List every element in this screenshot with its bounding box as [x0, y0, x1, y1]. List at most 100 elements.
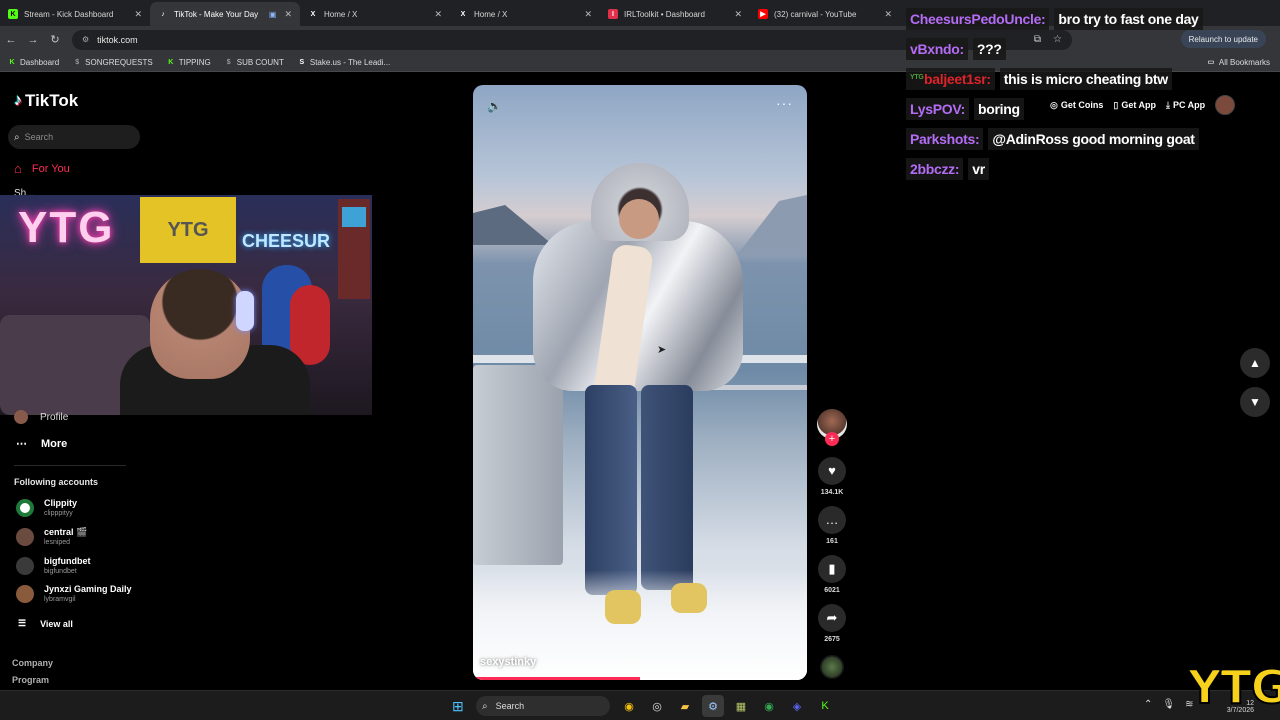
tab-tiktok[interactable]: ♪ TikTok - Make Your Day ▣ ✕: [150, 2, 300, 26]
steam-icon[interactable]: ⚙: [702, 695, 724, 717]
install-app-icon[interactable]: ⧉: [1034, 34, 1041, 45]
chrome-alt-icon[interactable]: ◉: [758, 695, 780, 717]
more-options-icon[interactable]: ···: [776, 95, 793, 111]
follow-plus-icon[interactable]: +: [825, 432, 839, 446]
url-text: tiktok.com: [97, 34, 138, 45]
account-handle: bigfundbet: [44, 568, 77, 575]
bookmark-sub-count[interactable]: $ SUB COUNT: [225, 58, 284, 67]
video-username[interactable]: sexystinky: [480, 656, 536, 668]
tab-irltoolkit[interactable]: I IRLToolkit • Dashboard ✕: [600, 2, 750, 26]
previous-video-button[interactable]: ▲: [1240, 348, 1270, 378]
dollar-icon: $: [226, 58, 231, 66]
close-tab-icon[interactable]: ✕: [584, 9, 592, 20]
video-progress-bar[interactable]: [473, 677, 807, 680]
chrome-icon[interactable]: ◉: [618, 695, 640, 717]
tab-x-home-1[interactable]: X Home / X ✕: [300, 2, 450, 26]
top-right-actions: ◎ Get Coins ▯ Get App ⤓ PC App: [1050, 95, 1236, 115]
kick-icon: K: [9, 58, 15, 66]
following-account[interactable]: Clippity clipppityy: [16, 498, 77, 518]
chat-username-wrap: YTG baljeet1sr:: [906, 68, 995, 90]
chevron-up-icon: ▲: [1249, 356, 1261, 370]
get-app-button[interactable]: ▯ Get App: [1113, 100, 1156, 111]
share-count: 2675: [824, 636, 840, 643]
account-handle: lybramvgil: [44, 596, 76, 603]
windows-start-icon[interactable]: ⊞: [452, 698, 464, 715]
tab-kick-dashboard[interactable]: K Stream - Kick Dashboard ✕: [0, 2, 150, 26]
chevron-up-icon[interactable]: ⌃: [1144, 699, 1152, 710]
footer-link-program[interactable]: Program: [12, 675, 49, 685]
windows-taskbar: ⊞ ⌕ Search ◉ ◎ ▰ ⚙ ▦ ◉ ◈ K ⌃ 🎙 ≋ 12 3/7/…: [0, 690, 1280, 720]
bookmark-stake[interactable]: S Stake.us - The Leadi...: [298, 57, 391, 67]
video-player[interactable]: 🔈 ··· sexystinky: [473, 85, 807, 680]
media-playing-icon[interactable]: ▣: [269, 10, 277, 19]
user-avatar[interactable]: [1215, 95, 1236, 115]
comment-icon: …: [818, 506, 846, 534]
pc-app-button[interactable]: ⤓ PC App: [1166, 100, 1205, 111]
sidebar-item-profile[interactable]: Profile: [14, 410, 68, 424]
microphone-icon[interactable]: 🎙: [1162, 699, 1175, 710]
bookmark-tipping[interactable]: K TIPPING: [167, 58, 211, 67]
music-disc-icon[interactable]: [820, 655, 844, 679]
sidebar-item-for-you[interactable]: ⌂ For You: [14, 161, 70, 176]
account-name: central 🎬: [44, 527, 88, 537]
following-account[interactable]: bigfundbet bigfundbet: [16, 556, 91, 576]
footer-link-company[interactable]: Company: [12, 658, 53, 668]
get-coins-button[interactable]: ◎ Get Coins: [1050, 100, 1103, 111]
account-name: Clippity: [44, 498, 77, 508]
following-account[interactable]: Jynxzi Gaming Daily lybramvgil: [16, 584, 132, 604]
avatar: [16, 528, 34, 546]
streamer-head: [150, 269, 250, 379]
x-icon: X: [460, 10, 466, 18]
relaunch-update-button[interactable]: Relaunch to update: [1180, 30, 1266, 48]
comment-button[interactable]: … 161: [818, 506, 846, 545]
back-arrow-icon[interactable]: ←: [0, 34, 22, 46]
forward-arrow-icon[interactable]: →: [22, 34, 44, 46]
arcade-cabinet: [338, 199, 370, 299]
reload-icon[interactable]: ↻: [44, 33, 66, 46]
site-info-icon[interactable]: ⚙: [82, 35, 89, 44]
jeans: [641, 385, 693, 590]
like-button[interactable]: ♥ 134.1K: [818, 457, 846, 496]
obs-icon[interactable]: ◎: [646, 695, 668, 717]
close-tab-icon[interactable]: ✕: [284, 9, 292, 20]
boot: [605, 590, 641, 624]
app-icon[interactable]: ▦: [730, 695, 752, 717]
chat-username: baljeet1sr:: [924, 71, 991, 87]
tab-x-home-2[interactable]: X Home / X ✕: [450, 2, 600, 26]
bookmark-dashboard[interactable]: K Dashboard: [8, 58, 59, 67]
view-all-link[interactable]: ☰ View all: [18, 618, 73, 629]
screen: K Stream - Kick Dashboard ✕ ♪ TikTok - M…: [0, 0, 1280, 720]
following-accounts-heading: Following accounts: [14, 477, 99, 487]
discord-icon[interactable]: ◈: [786, 695, 808, 717]
close-tab-icon[interactable]: ✕: [434, 9, 442, 20]
file-explorer-icon[interactable]: ▰: [674, 695, 696, 717]
chat-text: @AdinRoss good morning goat: [988, 128, 1199, 150]
taskbar-search[interactable]: ⌕ Search: [476, 696, 610, 716]
bookmark-star-icon[interactable]: ☆: [1053, 34, 1062, 45]
chat-username: CheesursPedoUncle:: [906, 8, 1050, 30]
tiktok-logo[interactable]: ♪ TikTok: [14, 91, 78, 111]
like-count: 134.1K: [820, 489, 844, 496]
save-button[interactable]: ▮ 6021: [818, 555, 846, 594]
search-input[interactable]: ⌕ Search: [8, 125, 140, 149]
share-button[interactable]: ➦ 2675: [818, 604, 846, 643]
kick-icon[interactable]: K: [814, 695, 836, 717]
chat-message: LysPOV: boring: [906, 97, 1024, 121]
next-video-button[interactable]: ▼: [1240, 387, 1270, 417]
tiktok-page: ♪ TikTok ⌕ Search ⌂ For You Sh... YTG YT…: [0, 73, 1280, 690]
tab-youtube[interactable]: ▶ (32) carnival - YouTube ✕: [750, 2, 900, 26]
close-tab-icon[interactable]: ✕: [884, 9, 892, 20]
volume-icon[interactable]: 🔈: [487, 99, 502, 113]
all-bookmarks-button[interactable]: ▭ All Bookmarks: [1207, 58, 1270, 67]
bookmark-label: Stake.us - The Leadi...: [309, 57, 391, 67]
following-account[interactable]: central 🎬 lesniped: [16, 527, 87, 547]
sidebar-item-more[interactable]: ⋯ More: [16, 437, 67, 451]
deck-machinery: [473, 365, 563, 565]
view-all-label: View all: [40, 618, 73, 629]
close-tab-icon[interactable]: ✕: [134, 9, 142, 20]
bookmark-songrequests[interactable]: $ SONGREQUESTS: [73, 58, 153, 67]
close-tab-icon[interactable]: ✕: [734, 9, 742, 20]
mountain: [737, 195, 807, 255]
phone-icon: ▯: [1113, 99, 1119, 110]
comment-count: 161: [826, 538, 838, 545]
